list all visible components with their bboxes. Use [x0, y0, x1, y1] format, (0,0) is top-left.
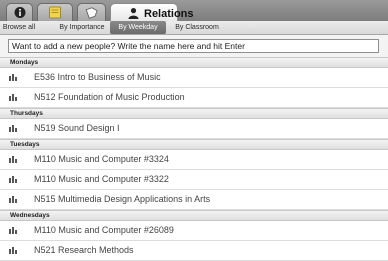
course-name: N512 Foundation of Music Production [34, 92, 185, 102]
section-header-thursdays: Thursdays [0, 108, 388, 119]
person-icon [128, 8, 139, 19]
top-tab-bar: Relations [0, 0, 388, 22]
view-mode-bar: Browse all By Importance By Weekday By C… [0, 21, 388, 35]
new-person-bar [0, 35, 388, 57]
subnav-browse-all[interactable]: Browse all [0, 21, 38, 34]
bar-chart-icon [9, 125, 17, 132]
bar-chart-icon [9, 196, 17, 203]
course-name: M110 Music and Computer #26089 [34, 225, 174, 235]
list-item[interactable]: N521 Research Methods [0, 241, 388, 261]
section-header-wednesdays: Wednesdays [0, 210, 388, 221]
subnav-by-classroom[interactable]: By Classroom [168, 21, 226, 34]
bar-chart-icon [9, 247, 17, 254]
course-name: N515 Multimedia Design Applications in A… [34, 194, 211, 204]
bar-chart-icon [9, 94, 17, 101]
subnav-by-importance[interactable]: By Importance [54, 21, 110, 34]
list-item[interactable]: M110 Music and Computer #3324 [0, 150, 388, 170]
tab-relations[interactable]: Relations [110, 3, 194, 22]
tag-icon [85, 7, 98, 19]
list-item[interactable]: E536 Intro to Business of Music [0, 68, 388, 88]
bar-chart-icon [9, 156, 17, 163]
list-item[interactable]: N512 Foundation of Music Production [0, 88, 388, 108]
section-header-mondays: Mondays [0, 57, 388, 68]
list-item[interactable]: M110 Music and Computer #3322 [0, 170, 388, 190]
course-list: Mondays E536 Intro to Business of Music … [0, 57, 388, 261]
list-item[interactable]: N519 Sound Design I [0, 119, 388, 139]
course-name: M110 Music and Computer #3322 [34, 174, 169, 184]
list-item[interactable]: N515 Multimedia Design Applications in A… [0, 190, 388, 210]
subnav-by-weekday[interactable]: By Weekday [110, 21, 166, 34]
note-icon [49, 6, 61, 19]
tab-info[interactable] [6, 3, 33, 21]
bar-chart-icon [9, 227, 17, 234]
course-name: E536 Intro to Business of Music [34, 72, 161, 82]
tab-tags[interactable] [77, 3, 106, 21]
tab-notes[interactable] [37, 3, 73, 21]
bar-chart-icon [9, 176, 17, 183]
course-name: M110 Music and Computer #3324 [34, 154, 169, 164]
info-icon [14, 7, 25, 18]
list-item[interactable]: M110 Music and Computer #26089 [0, 221, 388, 241]
tab-relations-label: Relations [144, 8, 194, 20]
section-header-tuesdays: Tuesdays [0, 139, 388, 150]
course-name: N521 Research Methods [34, 245, 134, 255]
bar-chart-icon [9, 74, 17, 81]
new-person-input[interactable] [8, 39, 379, 53]
course-name: N519 Sound Design I [34, 123, 120, 133]
